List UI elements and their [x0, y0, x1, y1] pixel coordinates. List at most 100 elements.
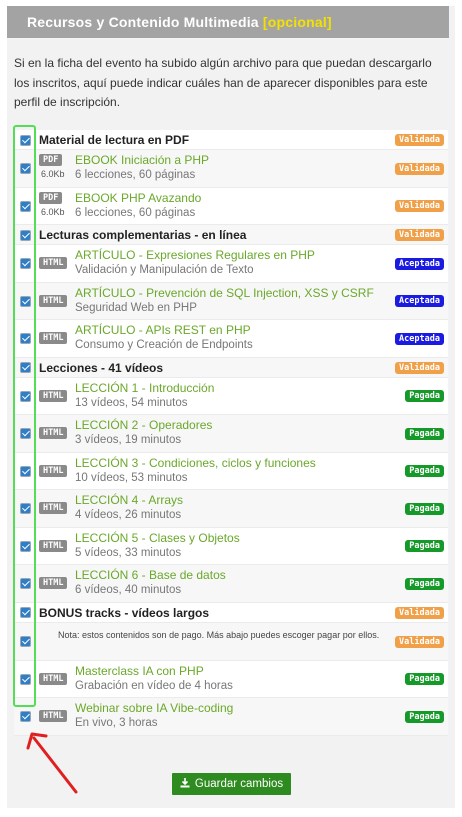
file-type-badge: HTML	[39, 427, 68, 439]
file-type-badge: HTML	[39, 539, 68, 552]
resource-checkbox[interactable]	[20, 362, 31, 373]
resource-title-link[interactable]: LECCIÓN 3 - Condiciones, ciclos y funcio…	[75, 456, 316, 470]
resource-checkbox[interactable]	[20, 134, 31, 146]
status-badge: Pagada	[405, 502, 444, 515]
resource-checkbox[interactable]	[20, 607, 31, 618]
resource-row: Pagada HTML LECCIÓN 1 - Introducción 13 víd…	[14, 377, 448, 415]
resource-checkbox[interactable]	[20, 200, 31, 212]
resource-title-link[interactable]: ARTÍCULO - APIs REST en PHP	[75, 323, 251, 337]
note-row: Validada Nota: estos contenidos son de pa…	[14, 622, 448, 661]
file-type-badge: HTML	[39, 577, 68, 589]
section-row: Validada BONUS tracks - vídeos largos	[14, 602, 448, 623]
resource-subtitle: 13 vídeos, 54 minutos	[75, 396, 188, 409]
section-row: Validada Lecciones - 41 vídeos	[14, 357, 448, 378]
resource-title-link[interactable]: LECCIÓN 5 - Clases y Objetos	[75, 531, 240, 545]
resource-title-link[interactable]: LECCIÓN 2 - Operadores	[75, 418, 212, 432]
section-row: Validada Lecturas complementarias - en lí…	[14, 225, 448, 245]
status-badge: Pagada	[405, 710, 444, 723]
resource-row: Aceptada HTML ARTÍCULO - APIs REST en PHP C…	[14, 320, 448, 358]
panel-header: Recursos y Contenido Multimedia [opciona…	[7, 6, 449, 38]
section-title: Lecciones - 41 vídeos	[39, 360, 164, 375]
status-badge: Validada	[395, 635, 444, 648]
file-type-badge: HTML	[39, 502, 68, 514]
resource-row: Aceptada HTML ARTÍCULO - Expresiones Regul…	[14, 245, 448, 283]
status-badge: Validada	[395, 229, 444, 241]
file-type-badge: HTML	[39, 294, 68, 307]
resource-row: Pagada HTML LECCIÓN 6 - Base de datos 6 víd…	[14, 565, 448, 603]
file-type-badge: HTML	[39, 672, 68, 685]
status-badge: Validada	[395, 361, 444, 374]
status-badge: Validada	[395, 200, 444, 213]
resource-checkbox[interactable]	[20, 229, 31, 241]
status-badge: Validada	[395, 134, 444, 146]
resource-title-link[interactable]: Masterclass IA con PHP	[75, 664, 204, 678]
paid-content-note: Nota: estos contenidos son de pago. Más …	[58, 629, 380, 640]
resource-row: Aceptada HTML ARTÍCULO - Prevención de SQL…	[14, 282, 448, 320]
resource-subtitle: Seguridad Web en PHP	[75, 301, 197, 314]
resource-row: Pagada HTML LECCIÓN 2 - Operadores 3 vídeos…	[14, 415, 448, 453]
save-button[interactable]: Guardar cambios	[172, 773, 291, 795]
resource-title-link[interactable]: ARTÍCULO - Prevención de SQL Injection, …	[75, 286, 374, 300]
resource-title-link[interactable]: ARTÍCULO - Expresiones Regulares en PHP	[75, 248, 315, 262]
resource-checkbox[interactable]	[20, 540, 31, 552]
resource-row: Pagada HTML Masterclass IA con PHP Grabació…	[14, 660, 448, 698]
resource-checkbox[interactable]	[20, 578, 31, 590]
resource-subtitle: Grabación en vídeo de 4 horas	[75, 679, 233, 692]
file-type-badge: HTML	[39, 389, 68, 402]
file-type-badge: HTML	[39, 332, 68, 344]
status-badge: Validada	[395, 606, 444, 619]
resource-checkbox[interactable]	[20, 333, 31, 345]
section-title: Lecturas complementarias - en línea	[39, 228, 247, 242]
resource-subtitle: 5 vídeos, 33 minutos	[75, 546, 182, 559]
resource-checkbox[interactable]	[20, 295, 31, 307]
section-row: Validada Material de lectura en PDF	[14, 130, 448, 150]
resource-row: Pagada HTML LECCIÓN 3 - Condiciones, ciclo…	[14, 452, 448, 490]
resource-subtitle: En vivo, 3 horas	[75, 717, 158, 729]
status-badge: Pagada	[405, 577, 444, 590]
resource-subtitle: Consumo y Creación de Endpoints	[75, 339, 253, 351]
resource-title-link[interactable]: LECCIÓN 1 - Introducción	[75, 381, 214, 395]
status-badge: Pagada	[405, 673, 444, 686]
resource-subtitle: 6 lecciones, 60 páginas	[75, 169, 196, 181]
file-type-badge: HTML	[39, 710, 68, 722]
save-button-label: Guardar cambios	[194, 778, 284, 790]
resource-title-link[interactable]: EBOOK Iniciación a PHP	[75, 153, 209, 167]
file-type-badge: PDF	[39, 191, 63, 204]
resource-checkbox[interactable]	[20, 428, 31, 440]
resource-subtitle: 3 vídeos, 19 minutos	[75, 434, 182, 446]
status-badge: Pagada	[405, 465, 444, 478]
resource-checkbox[interactable]	[20, 636, 31, 647]
resource-subtitle: 6 vídeos, 40 minutos	[75, 584, 182, 596]
status-badge: Aceptada	[395, 257, 444, 270]
resource-row: Validada PDF 6.0Kb EBOOK PHP Avazando 6 lecc…	[14, 187, 448, 225]
resource-row: Pagada HTML LECCIÓN 4 - Arrays 4 vídeos, 26…	[14, 490, 448, 528]
annotation-arrow-icon	[26, 732, 78, 794]
status-badge: Aceptada	[395, 295, 444, 308]
resource-checkbox[interactable]	[20, 163, 31, 175]
resource-checkbox[interactable]	[20, 258, 31, 270]
resource-row: Pagada HTML LECCIÓN 5 - Clases y Objetos 5 …	[14, 527, 448, 565]
resource-subtitle: 4 vídeos, 26 minutos	[75, 509, 182, 521]
file-type-badge: HTML	[39, 257, 68, 269]
status-badge: Validada	[395, 162, 444, 175]
section-title: Material de lectura en PDF	[39, 133, 190, 147]
resource-row: Validada PDF 6.0Kb EBOOK Iniciación a PHP 6 …	[14, 150, 448, 188]
status-badge: Aceptada	[395, 332, 444, 345]
file-size: 6.0Kb	[41, 206, 65, 217]
file-type-badge: PDF	[39, 154, 63, 166]
resource-title-link[interactable]: LECCIÓN 6 - Base de datos	[75, 568, 226, 582]
resource-checkbox[interactable]	[20, 503, 31, 515]
download-icon	[180, 778, 190, 788]
section-title: BONUS tracks - vídeos largos	[39, 605, 210, 620]
resource-title-link[interactable]: Webinar sobre IA Vibe-coding	[75, 701, 233, 715]
resource-checkbox[interactable]	[20, 390, 31, 402]
resource-title-link[interactable]: EBOOK PHP Avazando	[75, 191, 201, 205]
resource-checkbox[interactable]	[20, 711, 31, 723]
resource-checkbox[interactable]	[20, 465, 31, 477]
resource-subtitle: 6 lecciones, 60 páginas	[75, 206, 196, 219]
resource-title-link[interactable]: LECCIÓN 4 - Arrays	[75, 493, 183, 507]
resource-list: Validada Material de lectura en PDF Valida…	[14, 130, 448, 736]
resource-checkbox[interactable]	[20, 673, 31, 685]
optional-label: [opcional]	[262, 14, 332, 30]
resource-subtitle: 10 vídeos, 53 minutos	[75, 471, 188, 484]
